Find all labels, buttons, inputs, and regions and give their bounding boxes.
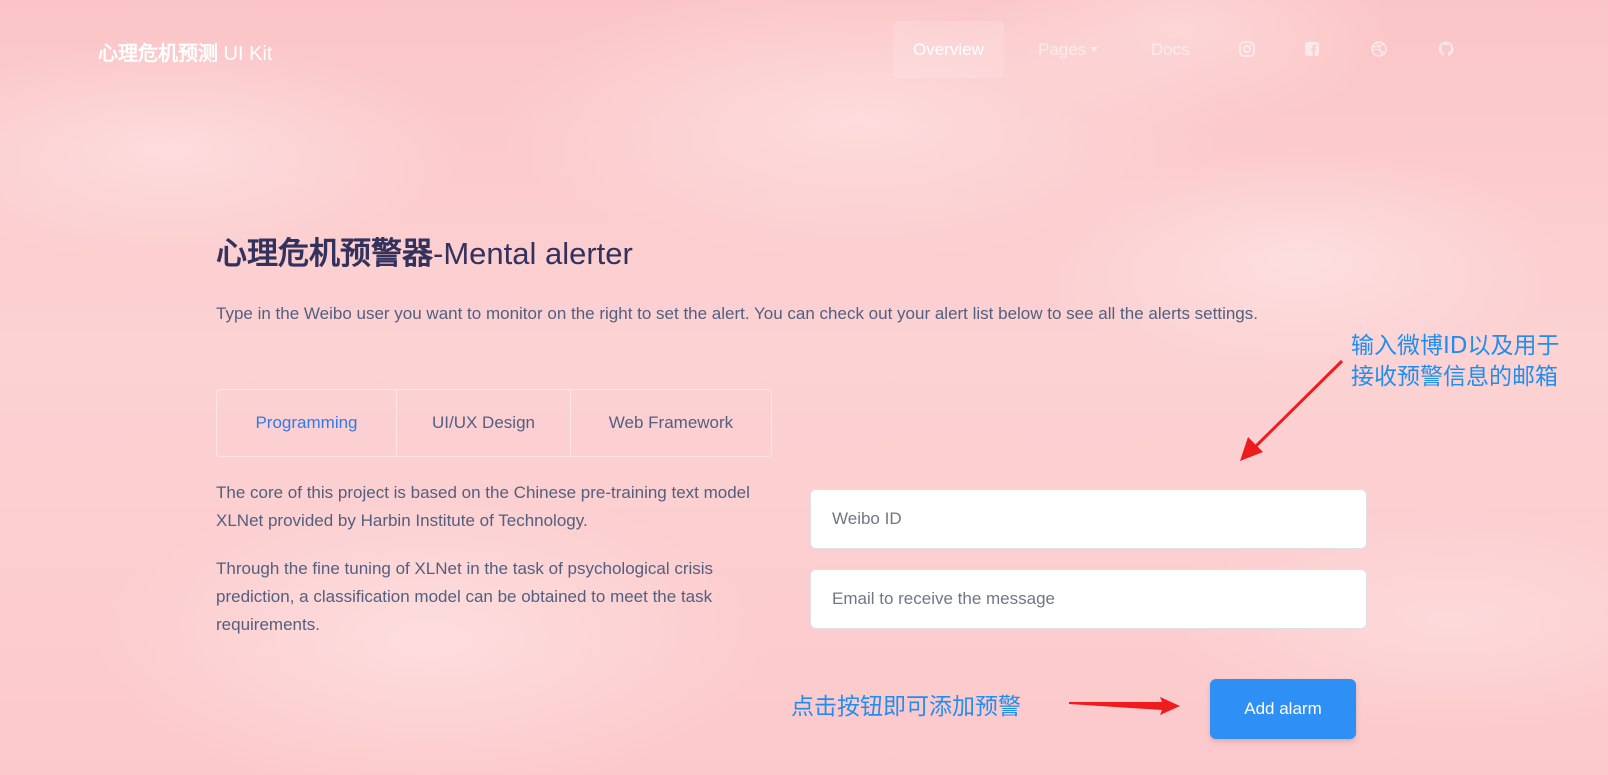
form-annotation: 输入微博ID以及用于 接收预警信息的邮箱 bbox=[1351, 331, 1560, 393]
email-field bbox=[810, 569, 1367, 629]
paragraph-fine-tuning: Through the fine tuning of XLNet in the … bbox=[216, 559, 714, 634]
page-title: 心理危机预警器-Mental alerter bbox=[216, 228, 633, 273]
tab-uiux-design[interactable]: UI/UX Design bbox=[397, 390, 571, 456]
form-annotation-line-2: 接收预警信息的邮箱 bbox=[1351, 364, 1558, 390]
nav-docs[interactable]: Docs bbox=[1151, 21, 1190, 78]
add-alarm-button[interactable]: Add alarm bbox=[1210, 679, 1356, 739]
brand-suffix: UI Kit bbox=[218, 43, 273, 65]
arrow-to-form bbox=[1240, 359, 1344, 461]
tab-programming[interactable]: Programming bbox=[217, 390, 397, 456]
facebook-icon[interactable] bbox=[1303, 40, 1321, 58]
github-icon[interactable] bbox=[1437, 40, 1455, 58]
dribbble-icon[interactable] bbox=[1370, 40, 1388, 58]
button-annotation: 点击按钮即可添加预警 bbox=[791, 694, 1021, 720]
brand-name: 心理危机预测 bbox=[98, 41, 218, 65]
weibo-id-field bbox=[810, 489, 1367, 549]
form-annotation-line-1: 输入微博ID以及用于 bbox=[1351, 333, 1560, 359]
email-input[interactable] bbox=[811, 570, 1366, 628]
tab-web-framework[interactable]: Web Framework bbox=[571, 390, 771, 456]
navbar: 心理危机预测 UI Kit Overview Pages Docs bbox=[0, 0, 1608, 100]
brand-logo[interactable]: 心理危机预测 UI Kit bbox=[98, 37, 272, 66]
page-title-cn: 心理危机预警器 bbox=[216, 236, 433, 272]
instagram-icon[interactable] bbox=[1238, 40, 1256, 58]
page-title-en: -Mental alerter bbox=[433, 236, 633, 271]
weibo-id-input[interactable] bbox=[811, 490, 1366, 548]
paragraph-project-core: The core of this project is based on the… bbox=[216, 483, 750, 530]
tab-bar: Programming UI/UX Design Web Framework bbox=[216, 389, 772, 457]
arrow-to-button bbox=[1069, 697, 1180, 715]
lead-text: Type in the Weibo user you want to monit… bbox=[216, 304, 1258, 323]
nav-pages[interactable]: Pages bbox=[1038, 21, 1099, 78]
caret-down-icon bbox=[1090, 46, 1099, 52]
nav-overview[interactable]: Overview bbox=[893, 21, 1004, 78]
nav-pages-label: Pages bbox=[1038, 40, 1087, 59]
